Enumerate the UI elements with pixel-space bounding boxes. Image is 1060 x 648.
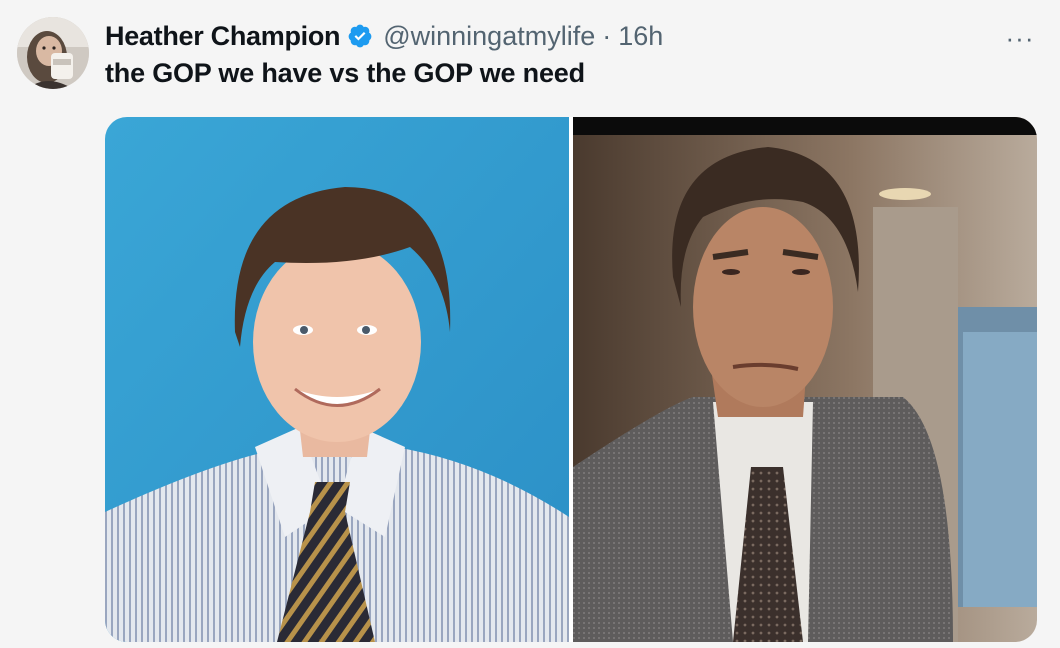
photo-icon	[573, 117, 1037, 642]
profile-avatar-icon	[17, 17, 89, 89]
author-display-name[interactable]: Heather Champion	[105, 21, 341, 52]
tweet-header: Heather Champion @winningatmylife · 16h	[105, 18, 663, 54]
verified-badge-icon[interactable]	[347, 23, 373, 49]
media-photo-right[interactable]	[573, 117, 1037, 642]
author-avatar[interactable]	[17, 17, 89, 89]
tweet-media	[105, 117, 1037, 642]
media-photo-left[interactable]	[105, 117, 569, 642]
tweet-text: the GOP we have vs the GOP we need	[105, 58, 585, 88]
tweet[interactable]: Heather Champion @winningatmylife · 16h …	[0, 0, 1060, 648]
photo-icon	[105, 117, 569, 642]
author-handle[interactable]: @winningatmylife	[383, 21, 595, 52]
separator-dot: ·	[602, 20, 612, 51]
more-options-button[interactable]: ···	[1000, 23, 1040, 53]
tweet-timestamp[interactable]: 16h	[618, 21, 663, 52]
